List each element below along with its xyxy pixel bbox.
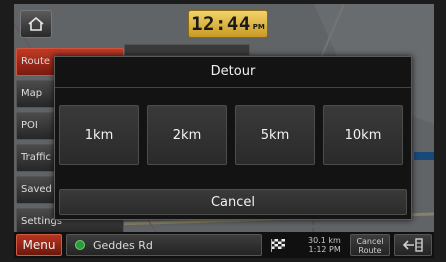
bottom-bar: Menu Geddes Rd 30.1 km 1:12 PM Cancel Ro… [14, 232, 434, 258]
detour-2km-button[interactable]: 2km [147, 105, 227, 165]
cancel-route-button[interactable]: Cancel Route [350, 234, 390, 256]
detour-1km-button[interactable]: 1km [59, 105, 139, 165]
dialog-cancel-button[interactable]: Cancel [59, 189, 407, 215]
exit-arrow-icon [402, 238, 423, 252]
detour-dialog: Detour 1km 2km 5km 10km Cancel [54, 56, 412, 220]
remaining-distance: 30.1 km [308, 236, 341, 245]
arrival-time: 1:12 PM [308, 245, 341, 254]
dialog-title: Detour [210, 64, 256, 79]
dialog-divider [55, 87, 411, 88]
clock: 12:44 PM [188, 10, 268, 38]
clock-time: 12:44 [191, 13, 251, 35]
menu-button[interactable]: Menu [16, 234, 62, 256]
clock-ampm: PM [252, 23, 265, 31]
cancel-route-label-2: Route [358, 246, 382, 255]
submenu-tab [124, 44, 250, 56]
nav-screen: 12:44 PM Route Map POI Traffic Saved Set… [14, 4, 434, 258]
home-button[interactable] [20, 10, 52, 38]
cancel-route-label-1: Cancel [356, 237, 384, 246]
destination-info[interactable]: 30.1 km 1:12 PM [266, 234, 346, 256]
location-dot-icon [75, 240, 85, 250]
exit-button[interactable] [394, 234, 432, 256]
checkered-flag-icon [271, 239, 285, 252]
detour-10km-button[interactable]: 10km [323, 105, 403, 165]
detour-5km-button[interactable]: 5km [235, 105, 315, 165]
street-name: Geddes Rd [93, 238, 153, 252]
current-street[interactable]: Geddes Rd [66, 234, 262, 256]
home-icon [28, 16, 44, 31]
detour-options: 1km 2km 5km 10km [55, 105, 411, 165]
destination-eta: 30.1 km 1:12 PM [308, 236, 341, 254]
